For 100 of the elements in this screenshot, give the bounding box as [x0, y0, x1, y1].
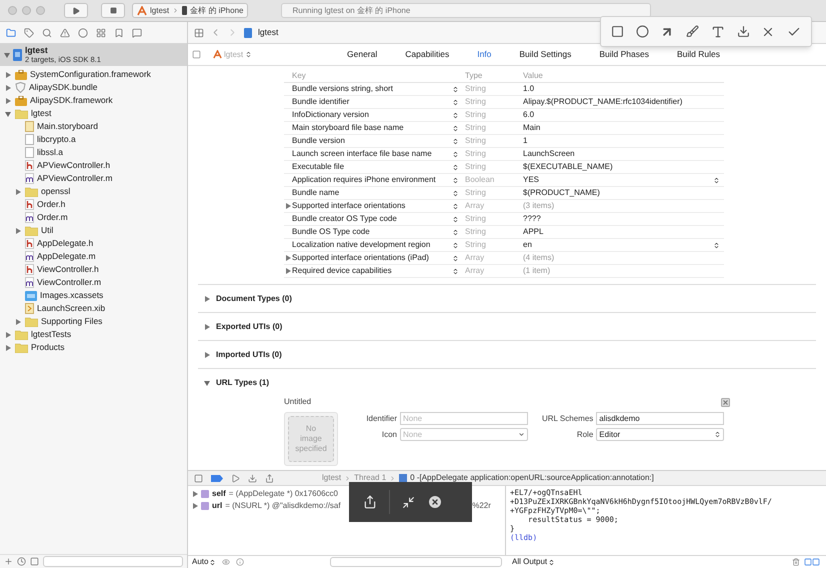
- plist-row[interactable]: Launch screen interface file base name String LaunchScreen: [284, 148, 724, 161]
- file-tree-item[interactable]: APViewController.m: [0, 172, 187, 185]
- step-out-icon[interactable]: [265, 474, 274, 482]
- section-header[interactable]: URL Types (1): [198, 369, 816, 396]
- remove-icon[interactable]: [721, 398, 730, 406]
- breakpoints-toggle-icon[interactable]: [211, 474, 223, 482]
- scheme-selector[interactable]: lgtest 金梓 的 iPhone: [132, 3, 248, 18]
- stepper-icon[interactable]: [452, 228, 459, 236]
- plist-row[interactable]: Required device capabilities Array (1 item): [284, 265, 724, 278]
- project-navigator-tab[interactable]: [6, 28, 16, 38]
- identifier-field[interactable]: None: [400, 412, 528, 425]
- popup-arrows-icon[interactable]: [713, 176, 720, 184]
- warning-icon[interactable]: [60, 28, 70, 38]
- file-tree-item[interactable]: SystemConfiguration.framework: [0, 68, 187, 81]
- disclosure-triangle-icon[interactable]: [5, 98, 11, 104]
- file-tree-item[interactable]: lgtest: [0, 107, 187, 120]
- breakpoint-navigator-tab[interactable]: [114, 28, 124, 38]
- close-icon[interactable]: [427, 494, 443, 510]
- stop-button[interactable]: [101, 3, 125, 18]
- file-tree-item[interactable]: LaunchScreen.xib: [0, 302, 187, 315]
- file-tree-item[interactable]: Main.storyboard: [0, 120, 187, 133]
- section-header[interactable]: Document Types (0): [198, 285, 816, 312]
- plist-row[interactable]: Supported interface orientations (iPad) Array (4 items): [284, 252, 724, 265]
- disclosure-triangle-icon[interactable]: [204, 296, 210, 302]
- plist-row[interactable]: Localization native development region String en: [284, 239, 724, 252]
- clock-icon[interactable]: [17, 557, 26, 566]
- disclosure-triangle-icon[interactable]: [285, 268, 291, 274]
- plist-row[interactable]: Bundle versions string, short String 1.0: [284, 83, 724, 96]
- file-tree-item[interactable]: libcrypto.a: [0, 133, 187, 146]
- file-tree-item[interactable]: Products: [0, 341, 187, 354]
- stepper-icon[interactable]: [452, 202, 459, 210]
- file-tree-item[interactable]: AppDelegate.m: [0, 250, 187, 263]
- disclosure-triangle-icon[interactable]: [204, 324, 210, 330]
- filter-source-icon[interactable]: [30, 557, 39, 566]
- disclosure-triangle-icon[interactable]: [5, 72, 11, 78]
- disclosure-triangle-icon[interactable]: [15, 228, 21, 234]
- stepper-icon[interactable]: [452, 254, 459, 262]
- file-tree-item[interactable]: ViewController.h: [0, 263, 187, 276]
- file-tree-item[interactable]: AlipaySDK.bundle: [0, 81, 187, 94]
- section-header[interactable]: Imported UTIs (0): [198, 341, 816, 368]
- jump-bar-item[interactable]: lgtest: [258, 26, 278, 39]
- output-popup[interactable]: All Output: [512, 556, 556, 568]
- editor-tab[interactable]: Info: [463, 48, 506, 61]
- console-view-toggle[interactable]: [812, 558, 820, 566]
- stepper-icon[interactable]: [452, 164, 459, 170]
- filter-field[interactable]: [43, 556, 183, 567]
- url-schemes-field[interactable]: alisdkdemo: [596, 412, 724, 425]
- file-tree-item[interactable]: AlipaySDK.framework: [0, 94, 187, 107]
- stepper-icon[interactable]: [452, 176, 459, 184]
- debug-navigator-tab[interactable]: [96, 28, 106, 38]
- disclosure-triangle-icon[interactable]: [285, 255, 291, 261]
- eye-icon[interactable]: [222, 558, 230, 566]
- stepper-icon[interactable]: [452, 190, 459, 196]
- editor-tab[interactable]: General: [333, 48, 392, 61]
- plist-row[interactable]: Bundle identifier String Alipay.$(PRODUCT_NAME:rfc1034identifier): [284, 96, 724, 109]
- stepper-icon[interactable]: [452, 242, 459, 248]
- stepper-icon[interactable]: [452, 150, 459, 158]
- text-tool-icon[interactable]: [710, 24, 725, 38]
- disclosure-triangle-icon[interactable]: [5, 110, 11, 116]
- file-tree-item[interactable]: openssl: [0, 185, 187, 198]
- file-tree-item[interactable]: lgtestTests: [0, 328, 187, 341]
- stepper-icon[interactable]: [452, 216, 459, 222]
- disclosure-triangle-icon[interactable]: [5, 344, 11, 350]
- search-icon[interactable]: [42, 28, 52, 38]
- disclosure-triangle-icon[interactable]: [15, 188, 21, 194]
- disclosure-triangle-icon[interactable]: [204, 352, 210, 358]
- file-tree-item[interactable]: AppDelegate.h: [0, 237, 187, 250]
- variable-row[interactable]: url = (NSURL *) @"alisdkdemo://saf %22r: [188, 500, 505, 512]
- plist-row[interactable]: Executable file String $(EXECUTABLE_NAME): [284, 161, 724, 174]
- continue-icon[interactable]: [231, 474, 240, 482]
- symbol-navigator-tab[interactable]: [24, 28, 34, 38]
- add-icon[interactable]: [4, 557, 13, 566]
- stepper-icon[interactable]: [452, 268, 459, 274]
- stepper-icon[interactable]: [452, 86, 459, 92]
- file-tree-item[interactable]: Supporting Files: [0, 315, 187, 328]
- stepper-icon[interactable]: [452, 124, 459, 132]
- hide-debug-area-icon[interactable]: [194, 474, 203, 482]
- rectangle-tool-icon[interactable]: [610, 25, 624, 38]
- ellipse-tool-icon[interactable]: [636, 25, 649, 38]
- disclosure-triangle-icon[interactable]: [4, 52, 10, 58]
- share-icon[interactable]: [363, 495, 377, 509]
- stepper-icon[interactable]: [452, 112, 459, 118]
- plist-row[interactable]: Bundle version String 1: [284, 135, 724, 148]
- test-navigator-tab[interactable]: [78, 28, 88, 38]
- plist-row[interactable]: Main storyboard file base name String Main: [284, 122, 724, 135]
- variable-row[interactable]: self = (AppDelegate *) 0x17606cc0: [188, 488, 505, 500]
- disclosure-triangle-icon[interactable]: [15, 318, 21, 324]
- file-tree-item[interactable]: APViewController.h: [0, 159, 187, 172]
- plist-row[interactable]: Bundle creator OS Type code String ????: [284, 213, 724, 226]
- step-into-icon[interactable]: [248, 474, 257, 482]
- filter-field[interactable]: [330, 557, 502, 567]
- debug-breadcrumb[interactable]: 0 -[AppDelegate application:openURL:sourceApplication:annotation:]: [410, 472, 654, 484]
- download-icon[interactable]: [736, 25, 750, 38]
- file-tree-item[interactable]: Images.xcassets: [0, 289, 187, 302]
- disclosure-triangle-icon[interactable]: [285, 203, 291, 209]
- brush-tool-icon[interactable]: [686, 25, 700, 38]
- file-tree-item[interactable]: libssl.a: [0, 146, 187, 159]
- plist-row[interactable]: Bundle name String $(PRODUCT_NAME): [284, 187, 724, 200]
- file-tree-item[interactable]: ViewController.m: [0, 276, 187, 289]
- section-header[interactable]: Exported UTIs (0): [198, 313, 816, 340]
